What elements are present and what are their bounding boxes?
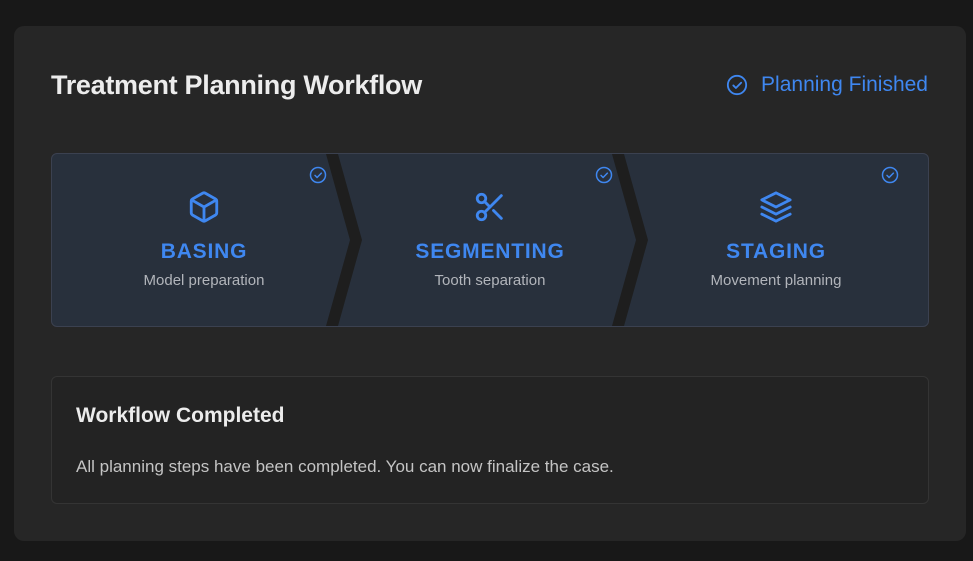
step-description: Tooth separation (434, 272, 546, 289)
cube-icon (189, 191, 219, 223)
check-circle-icon (881, 166, 899, 184)
check-circle-icon (309, 166, 327, 184)
check-circle-icon (595, 166, 613, 184)
workflow-steps: BASING Model preparation SEGMENTING Toot… (51, 153, 929, 327)
page-title: Treatment Planning Workflow (51, 70, 422, 100)
status-badge: Planning Finished (726, 70, 928, 100)
step-name: BASING (160, 240, 248, 263)
step-description: Movement planning (710, 272, 842, 289)
step-description: Model preparation (143, 272, 265, 289)
layers-icon (760, 191, 792, 223)
step-segmenting[interactable]: SEGMENTING Tooth separation (345, 154, 635, 326)
scissors-icon (475, 192, 503, 222)
completion-card: Workflow Completed All planning steps ha… (51, 376, 929, 504)
step-staging[interactable]: STAGING Movement planning (631, 154, 921, 326)
check-circle-icon (726, 74, 748, 96)
status-label: Planning Finished (761, 73, 928, 96)
step-name: SEGMENTING (415, 240, 565, 263)
completion-message: All planning steps have been completed. … (76, 457, 614, 476)
step-name: STAGING (726, 240, 826, 263)
step-basing[interactable]: BASING Model preparation (59, 154, 349, 326)
completion-title: Workflow Completed (76, 404, 285, 427)
workflow-panel: Treatment Planning Workflow Planning Fin… (14, 26, 966, 541)
